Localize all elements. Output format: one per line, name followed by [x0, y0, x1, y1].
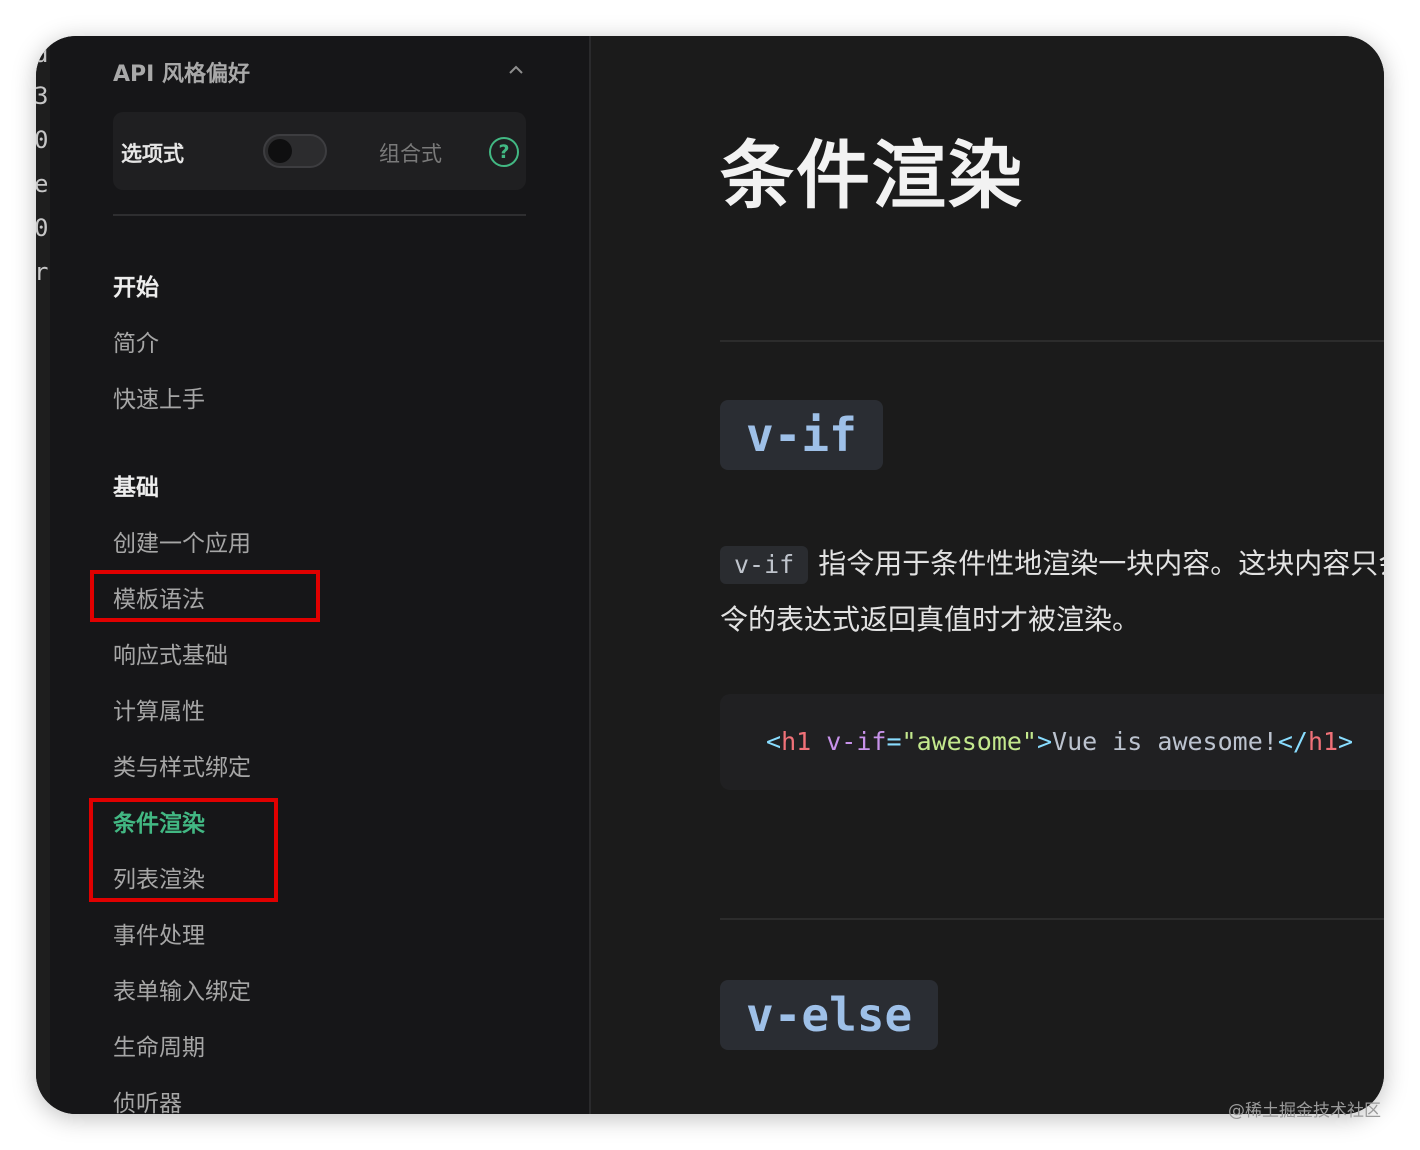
- api-preference-title[interactable]: API 风格偏好: [113, 56, 250, 88]
- app-window: d 3 0 e 0: rc API 风格偏好 选项式 组合式 ? 开始 简介 快…: [36, 36, 1384, 1114]
- sidebar-item-lifecycle[interactable]: 生命周期: [113, 1028, 205, 1062]
- sidebar-item-watchers[interactable]: 侦听器: [113, 1084, 182, 1114]
- divider: [113, 214, 526, 216]
- code-line: <h1 v-if="awesome">Vue is awesome!</h1>: [766, 722, 1353, 762]
- code-token: <: [766, 727, 782, 756]
- paragraph-text: 指令用于条件性地渲染一块内容。这块内容只会在指令的表达式返回真值时才被渲染。: [720, 547, 1384, 636]
- divider: [720, 340, 1384, 342]
- sidebar-item-list[interactable]: 列表渲染: [113, 860, 205, 894]
- sidebar-item-template-syntax[interactable]: 模板语法: [113, 580, 205, 614]
- sidebar-item-conditional[interactable]: 条件渲染: [113, 804, 205, 838]
- code-token: >: [1338, 727, 1354, 756]
- sidebar-item-events[interactable]: 事件处理: [113, 916, 205, 950]
- sidebar: API 风格偏好 选项式 组合式 ? 开始 简介 快速上手 基础 创建一个应用 …: [50, 36, 591, 1114]
- code-token: v-if: [826, 727, 887, 756]
- code-token: "awesome": [901, 727, 1037, 756]
- paragraph: v-if指令用于条件性地渲染一块内容。这块内容只会在指令的表达式返回真值时才被渲…: [720, 536, 1384, 648]
- sidebar-item-forms[interactable]: 表单输入绑定: [113, 972, 251, 1006]
- sidebar-item-create-app[interactable]: 创建一个应用: [113, 524, 251, 558]
- background-window-peek: d 3 0 e 0: rc: [36, 36, 50, 1114]
- peek-text: d: [36, 40, 49, 68]
- options-api-label[interactable]: 选项式: [121, 138, 184, 168]
- composition-api-label[interactable]: 组合式: [379, 138, 442, 168]
- sidebar-item-introduction[interactable]: 简介: [113, 324, 159, 358]
- toggle-knob: [268, 139, 292, 163]
- code-token: Vue is awesome!: [1052, 727, 1278, 756]
- page-title: 条件渲染: [720, 133, 1024, 219]
- inline-code: v-if: [720, 546, 809, 584]
- sidebar-item-class-style[interactable]: 类与样式绑定: [113, 748, 251, 782]
- help-icon[interactable]: ?: [489, 137, 519, 167]
- code-block: <h1 v-if="awesome">Vue is awesome!</h1>: [720, 694, 1384, 790]
- heading-v-else[interactable]: v-else: [720, 980, 939, 1050]
- peek-text: 0:: [36, 214, 50, 242]
- chevron-up-icon[interactable]: [508, 60, 524, 81]
- main-content: 条件渲染 v-if v-if指令用于条件性地渲染一块内容。这块内容只会在指令的表…: [592, 36, 1384, 1114]
- peek-text: e: [36, 170, 49, 198]
- section-title-essentials: 基础: [113, 475, 159, 501]
- divider: [720, 918, 1384, 920]
- section-title-start: 开始: [113, 275, 159, 301]
- api-style-toggle[interactable]: [263, 134, 327, 168]
- peek-text: rc: [36, 258, 50, 286]
- code-token: </: [1277, 727, 1308, 756]
- code-token: h1: [781, 727, 812, 756]
- peek-text: 3: [36, 82, 49, 110]
- heading-v-if[interactable]: v-if: [720, 400, 883, 470]
- code-token: >: [1036, 727, 1053, 756]
- code-token: h1: [1307, 727, 1339, 756]
- watermark: @稀土掘金技术社区: [1228, 1101, 1381, 1121]
- sidebar-item-computed[interactable]: 计算属性: [113, 692, 205, 726]
- peek-text: 0: [36, 126, 49, 154]
- sidebar-item-quick-start[interactable]: 快速上手: [113, 380, 205, 414]
- api-preference-panel: 选项式 组合式 ?: [113, 112, 526, 190]
- code-token: =: [886, 727, 902, 756]
- sidebar-item-reactivity[interactable]: 响应式基础: [113, 636, 228, 670]
